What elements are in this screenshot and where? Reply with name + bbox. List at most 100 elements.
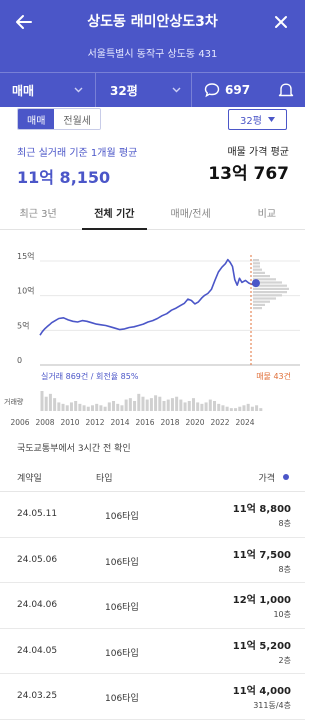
- price-chart[interactable]: 15억 10억 5억 0: [0, 237, 305, 419]
- table-row[interactable]: 24.03.25 106타입 11억 4,000 311동/4층: [0, 674, 305, 720]
- volume-bar: [191, 398, 195, 411]
- price-value: 11억 4,000: [232, 686, 291, 697]
- listing-distribution-bar: [253, 268, 262, 271]
- tab-recent-3y[interactable]: 최근 3년: [0, 197, 76, 229]
- price-dot-icon: [283, 474, 289, 480]
- table-row[interactable]: 24.04.05 106타입 11억 5,200 2층: [0, 629, 305, 674]
- volume-bar: [48, 393, 52, 411]
- volume-bar: [213, 401, 217, 411]
- listing-distribution-bar: [253, 307, 262, 310]
- volume-bar: [90, 405, 94, 411]
- volume-bar: [242, 405, 246, 411]
- volume-bar: [204, 402, 208, 411]
- bell-icon[interactable]: [277, 81, 295, 99]
- transactions-summary: 실거래 869건 / 회전율 85%: [41, 372, 139, 381]
- volume-bar: [128, 398, 132, 411]
- volume-bar: [61, 403, 65, 411]
- close-icon[interactable]: [269, 10, 293, 34]
- table-row[interactable]: 24.04.06 106타입 12억 1,000 10층: [0, 583, 305, 629]
- comments-button[interactable]: 697: [204, 82, 250, 98]
- x-tick-label: 2024: [235, 418, 255, 427]
- volume-bar: [99, 405, 103, 411]
- contract-date: 24.03.25: [17, 691, 58, 701]
- volume-bar: [225, 406, 229, 411]
- trade-type-dropdown[interactable]: 매매: [0, 73, 96, 107]
- x-tick-label: 2022: [210, 418, 230, 427]
- price-line: [39, 258, 257, 336]
- volume-bar: [116, 403, 120, 411]
- size-select[interactable]: 32평: [228, 109, 287, 130]
- chevron-down-icon: [74, 87, 83, 93]
- header-filter-bar: 매매 32평 697: [0, 72, 305, 107]
- trade-type-label: 매매: [12, 83, 35, 98]
- volume-bar: [69, 402, 73, 411]
- contract-date: 24.05.11: [17, 509, 58, 519]
- price-value: 11억 5,200: [232, 640, 291, 652]
- back-arrow-icon[interactable]: [12, 10, 36, 34]
- volume-bar: [250, 406, 254, 411]
- update-note: 국도교통부에서 3시간 전 확인: [17, 444, 131, 454]
- volume-bar: [141, 396, 145, 411]
- size-label: 32평: [110, 83, 138, 98]
- recent-price-label: 최근 실거래 기준 1개월 평균: [17, 148, 138, 159]
- unit-type: 106타입: [105, 557, 139, 568]
- period-tabs: 최근 3년 전체 기간 매매/전세 비교: [0, 197, 305, 230]
- table-row[interactable]: 24.05.06 106타입 11억 7,500 8층: [0, 538, 305, 583]
- volume-bar: [103, 406, 107, 411]
- y-tick-label: 10억: [17, 286, 35, 296]
- volume-bar: [82, 405, 86, 411]
- header-price: 가격: [258, 474, 275, 484]
- listing-distribution-bar: [253, 287, 289, 290]
- price-value: 11억 8,800: [232, 504, 291, 515]
- volume-bar: [53, 398, 57, 411]
- floor-value: 311동/4층: [253, 701, 291, 710]
- volume-bar: [78, 403, 82, 411]
- volume-bar: [183, 402, 187, 411]
- unit-type: 106타입: [105, 603, 139, 613]
- volume-bar: [86, 406, 90, 411]
- volume-label: 거래량: [4, 398, 24, 406]
- x-tick-label: 2012: [85, 418, 105, 427]
- ask-price-value: 13억 767: [208, 164, 289, 184]
- x-tick-label: 2014: [110, 418, 130, 427]
- listing-distribution-bar: [253, 271, 265, 274]
- volume-bar: [221, 405, 225, 411]
- x-tick-label: 2018: [160, 418, 180, 427]
- ask-price-label: 매물 가격 평균: [227, 147, 289, 158]
- x-tick-label: 2006: [10, 418, 30, 427]
- tab-all-period[interactable]: 전체 기간: [76, 197, 152, 230]
- volume-bar: [187, 401, 191, 411]
- volume-bar: [246, 403, 250, 411]
- volume-bar: [112, 401, 116, 411]
- volume-bar: [158, 396, 162, 411]
- volume-bar: [57, 402, 61, 411]
- listing-distribution-bar: [253, 262, 260, 265]
- address-text: 서울특별시 동작구 상도동 431: [87, 49, 218, 60]
- volume-bar: [196, 402, 200, 411]
- segment-sale[interactable]: 매매: [18, 109, 55, 129]
- size-dropdown[interactable]: 32평: [96, 73, 192, 107]
- tab-compare[interactable]: 비교: [229, 197, 305, 229]
- header-bar: 상도동 래미안상도3차 서울특별시 동작구 상도동 431 매매 32평 697: [0, 0, 305, 107]
- volume-bar: [133, 401, 137, 411]
- chat-bubble-icon: [204, 83, 220, 98]
- volume-bar: [44, 396, 48, 411]
- table-row[interactable]: 24.05.11 106타입 11억 8,800 8층: [0, 492, 305, 538]
- caret-down-icon: [267, 117, 275, 122]
- volume-bar: [74, 401, 78, 411]
- page-title: 상도동 래미안상도3차: [87, 14, 218, 30]
- segment-rent[interactable]: 전월세: [54, 109, 101, 129]
- table-header: 계약일 타입 가격: [0, 463, 305, 492]
- x-axis: 2006 2008 2010 2012 2014 2016 2018 2020 2022 2024: [0, 418, 305, 430]
- price-value: 12억 1,000: [232, 595, 291, 606]
- volume-bar: [208, 399, 212, 411]
- volume-bar: [95, 403, 99, 411]
- size-select-label: 32평: [240, 116, 262, 127]
- floor-value: 2층: [278, 655, 291, 665]
- volume-bar: [162, 401, 166, 411]
- tab-sale-jeonse[interactable]: 매매/전세: [153, 197, 229, 229]
- floor-value: 10층: [273, 610, 291, 619]
- volume-bar: [229, 408, 233, 411]
- contract-date: 24.04.05: [17, 645, 58, 656]
- price-value: 11억 7,500: [232, 549, 291, 561]
